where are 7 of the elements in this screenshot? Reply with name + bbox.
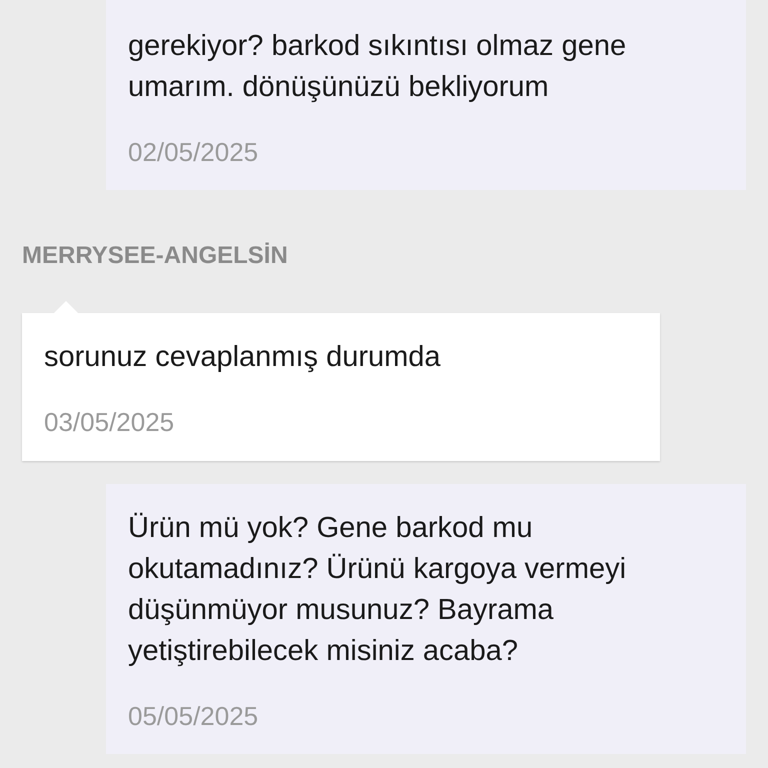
sender-name: MERRYSEE-ANGELSİN — [22, 241, 288, 271]
message-text: Ürün mü yok? Gene barkod mu okutamadınız? Ürünü kargoya vermeyi düşünmüyor musunuz? Bayrama yetiştirebilecek misiniz acaba? — [128, 511, 626, 669]
message-date: 02/05/2025 — [128, 136, 258, 168]
message-date: 05/05/2025 — [128, 700, 258, 732]
message-text: sorunuz cevaplanmış durumda — [44, 340, 441, 375]
message-text: gerekiyor? barkod sıkıntısı olmaz gene umarım. dönüşünüzü bekliyorum — [128, 29, 626, 105]
message-date: 03/05/2025 — [44, 406, 174, 438]
